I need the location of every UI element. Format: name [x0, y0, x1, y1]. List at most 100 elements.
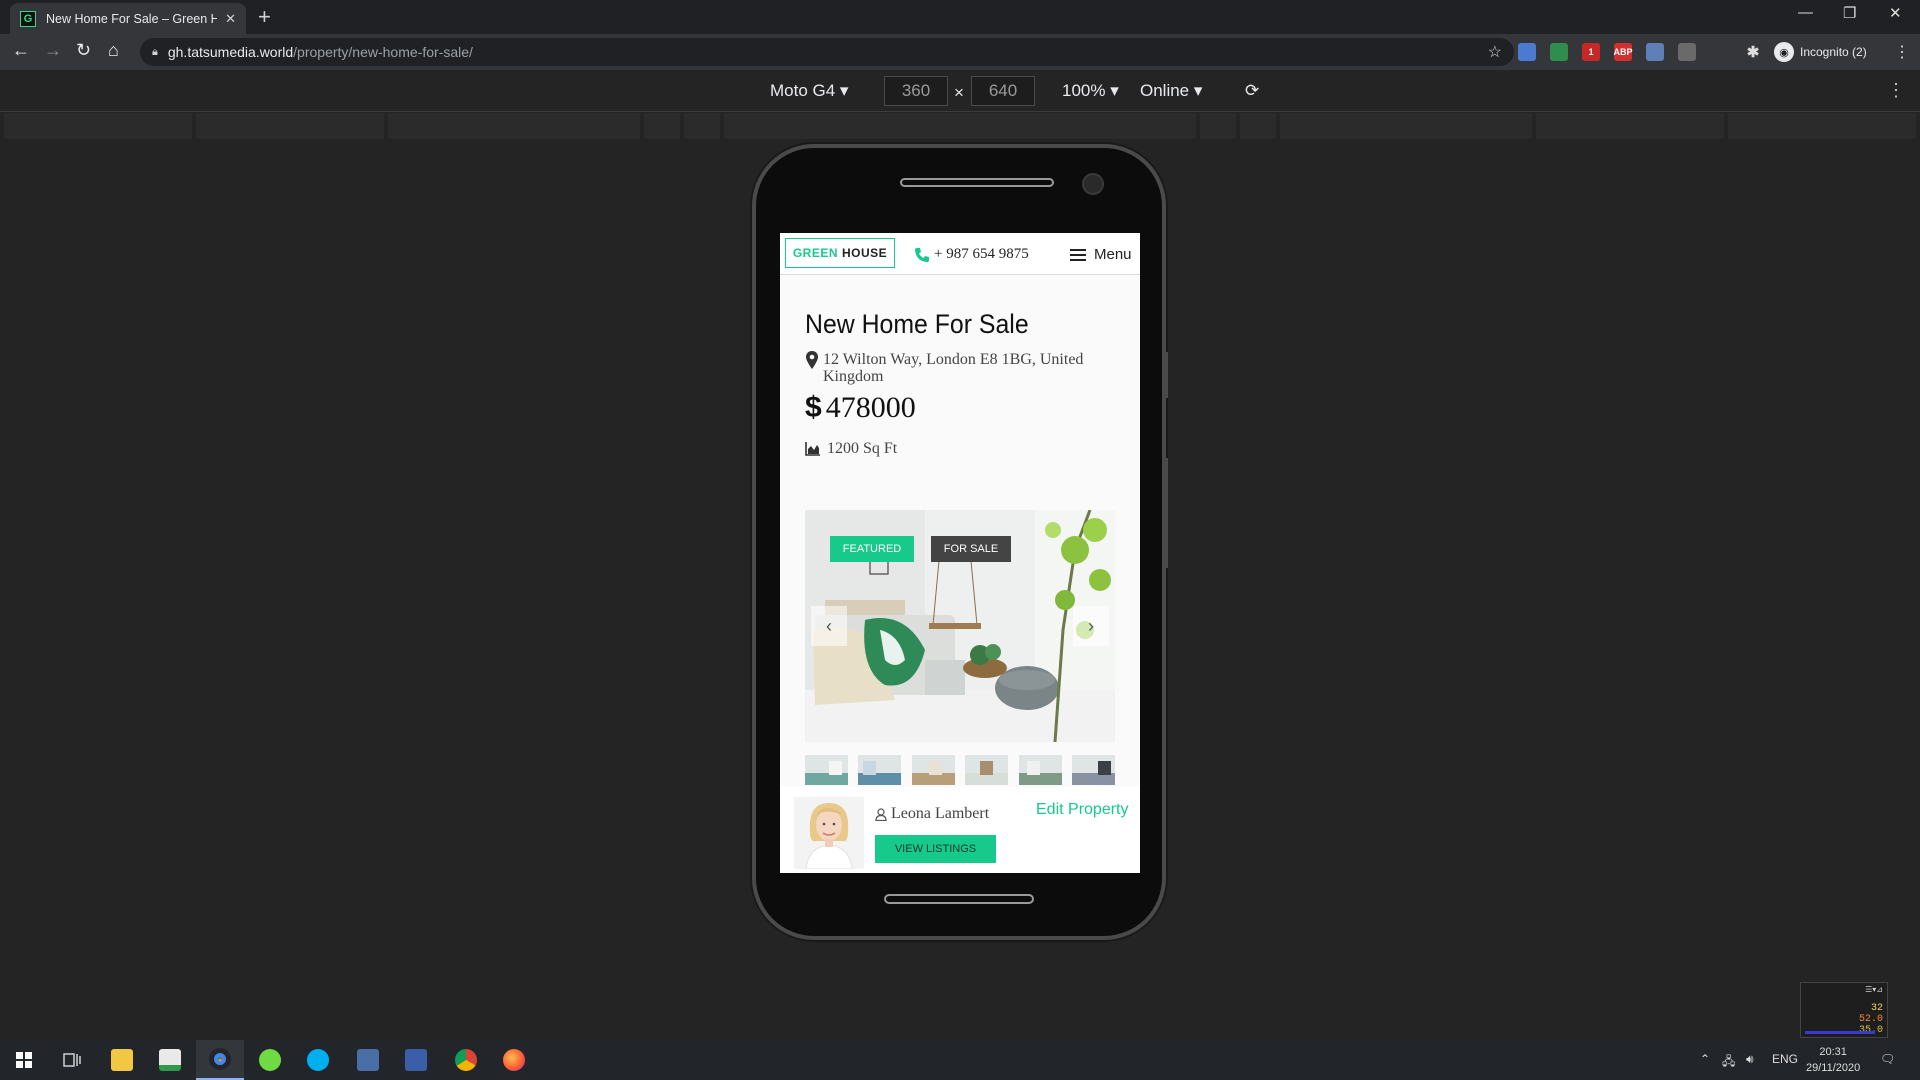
device-toolbar-menu-icon[interactable]: ⋮	[1887, 80, 1905, 101]
gallery-next-icon[interactable]: ›	[1073, 606, 1109, 646]
menu-toggle[interactable]: Menu	[1070, 246, 1132, 263]
gallery-thumbnail[interactable]	[1018, 755, 1062, 785]
lock-icon: 🔒︎	[152, 45, 158, 58]
notifications-icon[interactable]: 🗨︎	[1880, 1052, 1895, 1066]
logo-word-house: HOUSE	[842, 246, 888, 260]
browser-toolbar: ← → ↻ ⌂ 🔒︎ gh.tatsumedia.world /property…	[0, 34, 1920, 70]
forward-icon[interactable]: →	[44, 40, 62, 61]
zoom-select[interactable]: 100% ▾	[1062, 81, 1119, 101]
rotate-icon[interactable]: ⟳	[1245, 81, 1259, 101]
agent-photo	[794, 797, 864, 869]
property-gallery[interactable]: FEATURED FOR SALE ‹ ›	[805, 510, 1115, 742]
width-input[interactable]: 360	[884, 76, 948, 106]
phone-icon	[915, 247, 929, 262]
file-explorer-icon[interactable]	[98, 1040, 146, 1080]
tool-icon[interactable]	[1678, 43, 1696, 61]
widget-controls-icon[interactable]: ☰▾⊿	[1865, 985, 1883, 994]
media-query-segment[interactable]	[684, 113, 720, 139]
agent-avatar[interactable]	[794, 797, 864, 869]
site-header: GREEN HOUSE + 987 654 9875 Menu	[780, 233, 1140, 275]
area-text: 1200 Sq Ft	[827, 440, 898, 457]
phone-speaker	[900, 178, 1054, 187]
media-query-segment[interactable]	[644, 113, 680, 139]
skype-icon[interactable]	[294, 1040, 342, 1080]
gallery-thumbnail[interactable]	[965, 755, 1009, 785]
view-listings-button[interactable]: VIEW LISTINGS	[875, 835, 996, 863]
phone-side-button	[1164, 352, 1168, 398]
edit-property-link[interactable]: Edit Property	[1036, 801, 1128, 819]
translate-icon[interactable]	[1518, 43, 1536, 61]
performance-widget: ☰▾⊿ 32 52.0 35.0	[1800, 982, 1888, 1038]
media-query-segment[interactable]	[1536, 113, 1724, 139]
media-query-segment[interactable]	[1280, 113, 1532, 139]
profile-label: Incognito (2)	[1800, 45, 1867, 59]
spreadsheet-app-icon[interactable]	[146, 1040, 194, 1080]
phone-link[interactable]: + 987 654 9875	[914, 246, 1029, 263]
task-view-glyph	[63, 1053, 81, 1067]
window-close-icon[interactable]: ✕	[1889, 4, 1902, 22]
address-bar[interactable]: 🔒︎ gh.tatsumedia.world /property/new-hom…	[140, 38, 1514, 66]
upwork-icon[interactable]	[246, 1040, 294, 1080]
taskbar: ⌃ 🖧︎ 🔊︎ ENG 20:31 29/11/2020 🗨︎	[0, 1040, 1920, 1080]
minimize-icon[interactable]: —	[1798, 4, 1813, 21]
profile-button[interactable]: ◉ Incognito (2)	[1774, 42, 1867, 62]
browser-tab[interactable]: G New Home For Sale – Green Hou ✕	[10, 3, 246, 34]
home-icon[interactable]: ⌂	[108, 40, 119, 61]
media-query-segment[interactable]	[1728, 113, 1916, 139]
network-select[interactable]: Online ▾	[1140, 81, 1202, 101]
network-value: Online	[1140, 81, 1190, 100]
device-select[interactable]: Moto G4 ▾	[770, 81, 848, 101]
new-tab-icon[interactable]: +	[258, 4, 271, 30]
task-view-icon[interactable]	[48, 1040, 96, 1080]
chart-icon[interactable]	[1550, 43, 1568, 61]
browser-menu-icon[interactable]: ⋮	[1894, 42, 1910, 62]
media-query-segment[interactable]	[388, 113, 640, 139]
windows-logo	[16, 1052, 32, 1068]
gallery-thumbnail[interactable]	[1071, 755, 1115, 785]
taskbar-clock[interactable]: 20:31 29/11/2020	[1806, 1044, 1860, 1076]
height-input[interactable]: 640	[971, 76, 1035, 106]
network-tray-icon[interactable]: 🖧︎	[1722, 1052, 1735, 1073]
remote-desktop-icon[interactable]	[392, 1040, 440, 1080]
property-price: $ 478000	[805, 391, 916, 425]
gallery-thumbnails	[805, 755, 1115, 785]
firefox-icon[interactable]	[490, 1040, 538, 1080]
volume-tray-icon[interactable]: 🔊︎	[1746, 1052, 1754, 1067]
media-query-bar	[0, 113, 1920, 139]
link-icon[interactable]	[1646, 43, 1664, 61]
perf-value-1: 32	[1870, 1003, 1883, 1014]
device-toolbar: Moto G4 ▾ 360 × 640 100% ▾ Online ▾ ⟳ ⋮	[0, 70, 1920, 112]
tray-overflow-icon[interactable]: ⌃	[1700, 1052, 1710, 1066]
back-icon[interactable]: ←	[12, 40, 30, 61]
chrome-alt-taskbar-icon[interactable]	[442, 1040, 490, 1080]
phone-side-button	[1164, 458, 1168, 568]
media-query-segment[interactable]	[724, 113, 1196, 139]
hamburger-icon	[1070, 248, 1086, 261]
gallery-thumbnail[interactable]	[805, 755, 848, 785]
windows-start-icon[interactable]	[0, 1040, 48, 1080]
gallery-thumbnail[interactable]	[911, 755, 955, 785]
media-query-segment[interactable]	[196, 113, 384, 139]
reload-icon[interactable]: ↻	[76, 40, 91, 61]
restore-icon[interactable]: ❐	[1843, 4, 1856, 22]
gallery-prev-icon[interactable]: ‹	[811, 606, 847, 646]
media-query-segment[interactable]	[1240, 113, 1276, 139]
site-favicon-icon: G	[20, 10, 36, 27]
network-tool-icon[interactable]	[344, 1040, 392, 1080]
chrome-taskbar-icon[interactable]	[196, 1040, 244, 1080]
agent-name[interactable]: Leona Lambert	[875, 805, 989, 823]
tab-bar: G New Home For Sale – Green Hou ✕ + — ❐ …	[0, 0, 1920, 34]
site-logo[interactable]: GREEN HOUSE	[785, 238, 895, 268]
calendar-icon[interactable]: 1	[1582, 43, 1600, 61]
bookmark-star-icon[interactable]: ☆	[1488, 42, 1502, 62]
adblock-icon[interactable]: ABP	[1614, 43, 1633, 61]
gallery-thumbnail[interactable]	[858, 755, 902, 785]
extensions-puzzle-icon[interactable]: ✱	[1744, 43, 1762, 61]
media-query-segment[interactable]	[4, 113, 192, 139]
device-name: Moto G4	[770, 81, 836, 100]
url-path: /property/new-home-for-sale/	[293, 44, 473, 60]
tab-close-icon[interactable]: ✕	[225, 11, 236, 27]
featured-badge: FEATURED	[830, 536, 914, 562]
input-language[interactable]: ENG	[1772, 1052, 1798, 1066]
media-query-segment[interactable]	[1200, 113, 1236, 139]
